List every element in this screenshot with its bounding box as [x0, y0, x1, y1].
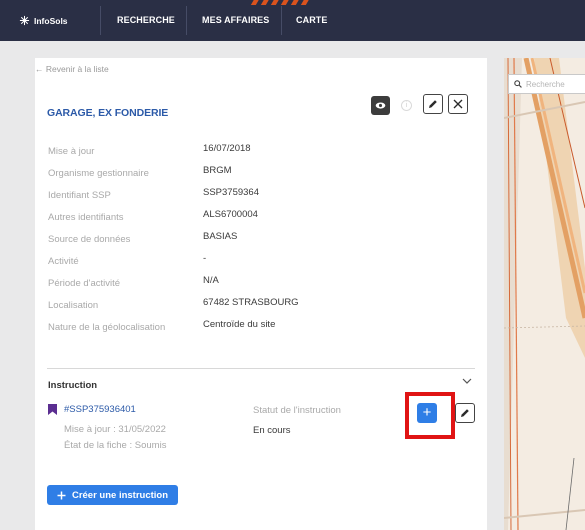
field-label-activite: Activité — [48, 256, 79, 267]
section-divider — [47, 368, 475, 369]
pencil-icon — [461, 409, 469, 417]
logo-text: InfoSols — [34, 15, 68, 26]
field-label-organisme: Organisme gestionnaire — [48, 168, 149, 179]
field-label-mise-a-jour: Mise à jour — [48, 146, 95, 157]
field-label-geolocalisation: Nature de la géolocalisation — [48, 322, 166, 333]
add-button[interactable]: + — [417, 403, 437, 423]
nav-separator — [186, 6, 187, 35]
map-search-bar[interactable]: Recherche — [508, 74, 585, 94]
field-label-periode: Période d'activité — [48, 278, 121, 289]
pencil-icon — [429, 100, 437, 108]
instruction-id-link[interactable]: #SSP375936401 — [64, 404, 136, 415]
nav-carte[interactable]: CARTE — [296, 0, 328, 41]
field-value-mise-a-jour: 16/07/2018 — [203, 143, 251, 154]
create-instruction-button[interactable]: Créer une instruction — [47, 485, 178, 505]
eye-icon — [375, 102, 386, 109]
nav-separator — [281, 6, 282, 35]
field-value-localisation: 67482 STRASBOURG — [203, 297, 299, 308]
edit-site-button[interactable] — [423, 94, 443, 114]
field-label-autres-identifiants: Autres identifiants — [48, 212, 124, 223]
bookmark-icon — [48, 404, 57, 415]
site-title: GARAGE, EX FONDERIE — [47, 107, 169, 119]
map-view[interactable]: Recherche — [504, 58, 585, 530]
instruction-status-value: En cours — [253, 425, 291, 436]
info-icon[interactable]: i — [401, 100, 412, 111]
field-value-geolocalisation: Centroïde du site — [203, 319, 276, 330]
instruction-state: État de la fiche : Soumis — [64, 440, 167, 451]
chevron-down-icon[interactable] — [462, 378, 472, 385]
map-tiles — [504, 58, 585, 530]
instruction-updated: Mise à jour : 31/05/2022 — [64, 424, 166, 435]
app-logo[interactable]: InfoSols — [19, 0, 68, 41]
map-search-placeholder: Recherche — [526, 79, 565, 89]
field-value-periode: N/A — [203, 275, 219, 286]
search-icon — [514, 80, 522, 88]
view-button[interactable] — [371, 96, 390, 115]
nav-recherche[interactable]: RECHERCHE — [117, 0, 175, 41]
top-nav-bar: InfoSols RECHERCHE MES AFFAIRES CARTE — [0, 0, 585, 41]
field-value-organisme: BRGM — [203, 165, 232, 176]
nav-separator — [100, 6, 101, 35]
field-label-source: Source de données — [48, 234, 131, 245]
create-instruction-label: Créer une instruction — [71, 489, 169, 501]
instruction-status-label: Statut de l'instruction — [253, 405, 341, 416]
field-value-source: BASIAS — [203, 231, 238, 242]
close-icon — [453, 99, 463, 109]
instruction-section-title: Instruction — [48, 380, 98, 391]
close-panel-button[interactable] — [448, 94, 468, 114]
field-value-identifiant-ssp: SSP3759364 — [203, 187, 259, 198]
plus-icon — [57, 491, 66, 499]
field-label-localisation: Localisation — [48, 300, 99, 311]
back-to-list-link[interactable]: ← Revenir à la liste — [35, 64, 109, 74]
field-label-identifiant-ssp: Identifiant SSP — [48, 190, 111, 201]
nav-mes-affaires[interactable]: MES AFFAIRES — [202, 0, 269, 41]
edit-instruction-button[interactable] — [455, 403, 475, 423]
field-value-activite: - — [203, 253, 207, 264]
logo-icon — [19, 15, 30, 26]
field-value-autres-identifiants: ALS6700004 — [203, 209, 258, 220]
site-details-panel: ← Revenir à la liste GARAGE, EX FONDERIE… — [35, 58, 487, 530]
